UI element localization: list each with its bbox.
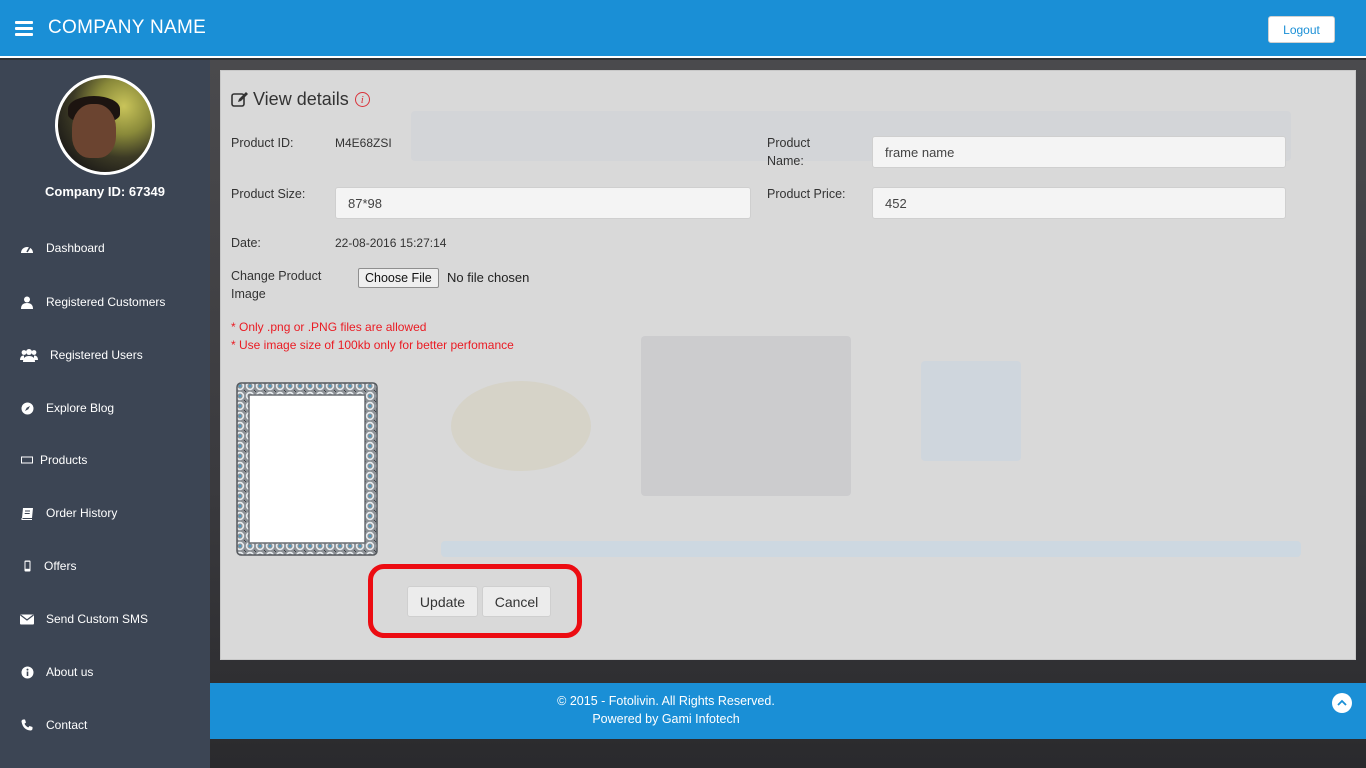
file-type-warning: * Only .png or .PNG files are allowed: [231, 320, 427, 334]
sidebar-item-label: Registered Customers: [46, 295, 166, 309]
product-size-input[interactable]: [335, 187, 751, 219]
sidebar-item-label: Dashboard: [46, 241, 105, 255]
avatar: [55, 75, 155, 175]
sidebar-item-label: Contact: [46, 718, 88, 732]
product-id-label: Product ID:: [231, 136, 294, 150]
sidebar: Company ID: 67349 Dashboard Registered C…: [0, 60, 210, 768]
change-image-label: Change Product Image: [231, 269, 322, 301]
sidebar-item-registered-users[interactable]: Registered Users: [0, 340, 210, 370]
no-file-text: No file chosen: [447, 270, 530, 285]
sidebar-item-label: About us: [46, 665, 94, 679]
info-circle-icon: [20, 665, 34, 679]
sidebar-item-explore-blog[interactable]: Explore Blog: [0, 393, 210, 423]
file-size-warning: * Use image size of 100kb only for bette…: [231, 338, 514, 352]
update-button[interactable]: Update: [407, 586, 478, 617]
choose-file-button[interactable]: Choose File: [358, 268, 439, 288]
edit-icon: [231, 91, 249, 109]
sidebar-item-label: Explore Blog: [46, 401, 115, 415]
sidebar-item-send-custom-sms[interactable]: Send Custom SMS: [0, 604, 210, 634]
company-id: Company ID: 67349: [45, 184, 165, 199]
chevron-up-icon: [1337, 699, 1347, 706]
users-icon: [20, 348, 38, 362]
sidebar-item-label: Send Custom SMS: [46, 612, 149, 626]
product-name-label: Product Name:: [767, 136, 811, 168]
info-icon[interactable]: i: [354, 92, 370, 107]
date-label: Date:: [231, 236, 261, 250]
phone-icon: [20, 718, 34, 732]
sidebar-item-contact[interactable]: Contact: [0, 710, 210, 740]
sidebar-item-about-us[interactable]: About us: [0, 657, 210, 687]
book-icon: [20, 506, 34, 520]
compass-icon: [20, 401, 34, 415]
product-name-input[interactable]: [872, 136, 1286, 168]
sidebar-item-label: Registered Users: [50, 348, 143, 362]
footer-powered-by: Powered by Gami Infotech: [592, 712, 740, 726]
product-image: [236, 382, 378, 556]
date-value: 22-08-2016 15:27:14: [335, 236, 447, 250]
brand-title: COMPANY NAME: [48, 17, 207, 38]
user-icon: [20, 295, 34, 309]
product-icon: [20, 453, 34, 467]
scroll-to-top-button[interactable]: [1332, 693, 1352, 713]
page-title: View details i: [231, 89, 370, 110]
view-details-panel: View details i Product ID: M4E68ZSI Prod…: [220, 70, 1356, 660]
page-title-text: View details: [253, 89, 349, 109]
product-size-label: Product Size:: [231, 187, 306, 201]
footer-copyright: © 2015 - Fotolivin. All Rights Reserved.: [557, 694, 775, 708]
logout-button[interactable]: Logout: [1268, 16, 1335, 43]
product-id-value: M4E68ZSI: [335, 136, 392, 150]
cancel-button[interactable]: Cancel: [482, 586, 551, 617]
product-price-input[interactable]: [872, 187, 1286, 219]
sidebar-item-label: Products: [40, 453, 88, 467]
dashboard-icon: [20, 241, 34, 255]
sidebar-item-order-history[interactable]: Order History: [0, 498, 210, 528]
sidebar-item-products[interactable]: Products: [0, 445, 210, 475]
hamburger-menu-icon[interactable]: [15, 21, 33, 36]
mobile-icon: [20, 559, 34, 573]
sidebar-item-registered-customers[interactable]: Registered Customers: [0, 287, 210, 317]
product-price-label: Product Price:: [767, 187, 846, 201]
envelope-icon: [20, 612, 34, 626]
top-navbar: COMPANY NAME Logout: [0, 0, 1366, 58]
sidebar-item-label: Order History: [46, 506, 118, 520]
sidebar-item-offers[interactable]: Offers: [0, 551, 210, 581]
sidebar-item-dashboard[interactable]: Dashboard: [0, 233, 210, 263]
sidebar-item-label: Offers: [44, 559, 77, 573]
footer: © 2015 - Fotolivin. All Rights Reserved.…: [210, 683, 1366, 739]
